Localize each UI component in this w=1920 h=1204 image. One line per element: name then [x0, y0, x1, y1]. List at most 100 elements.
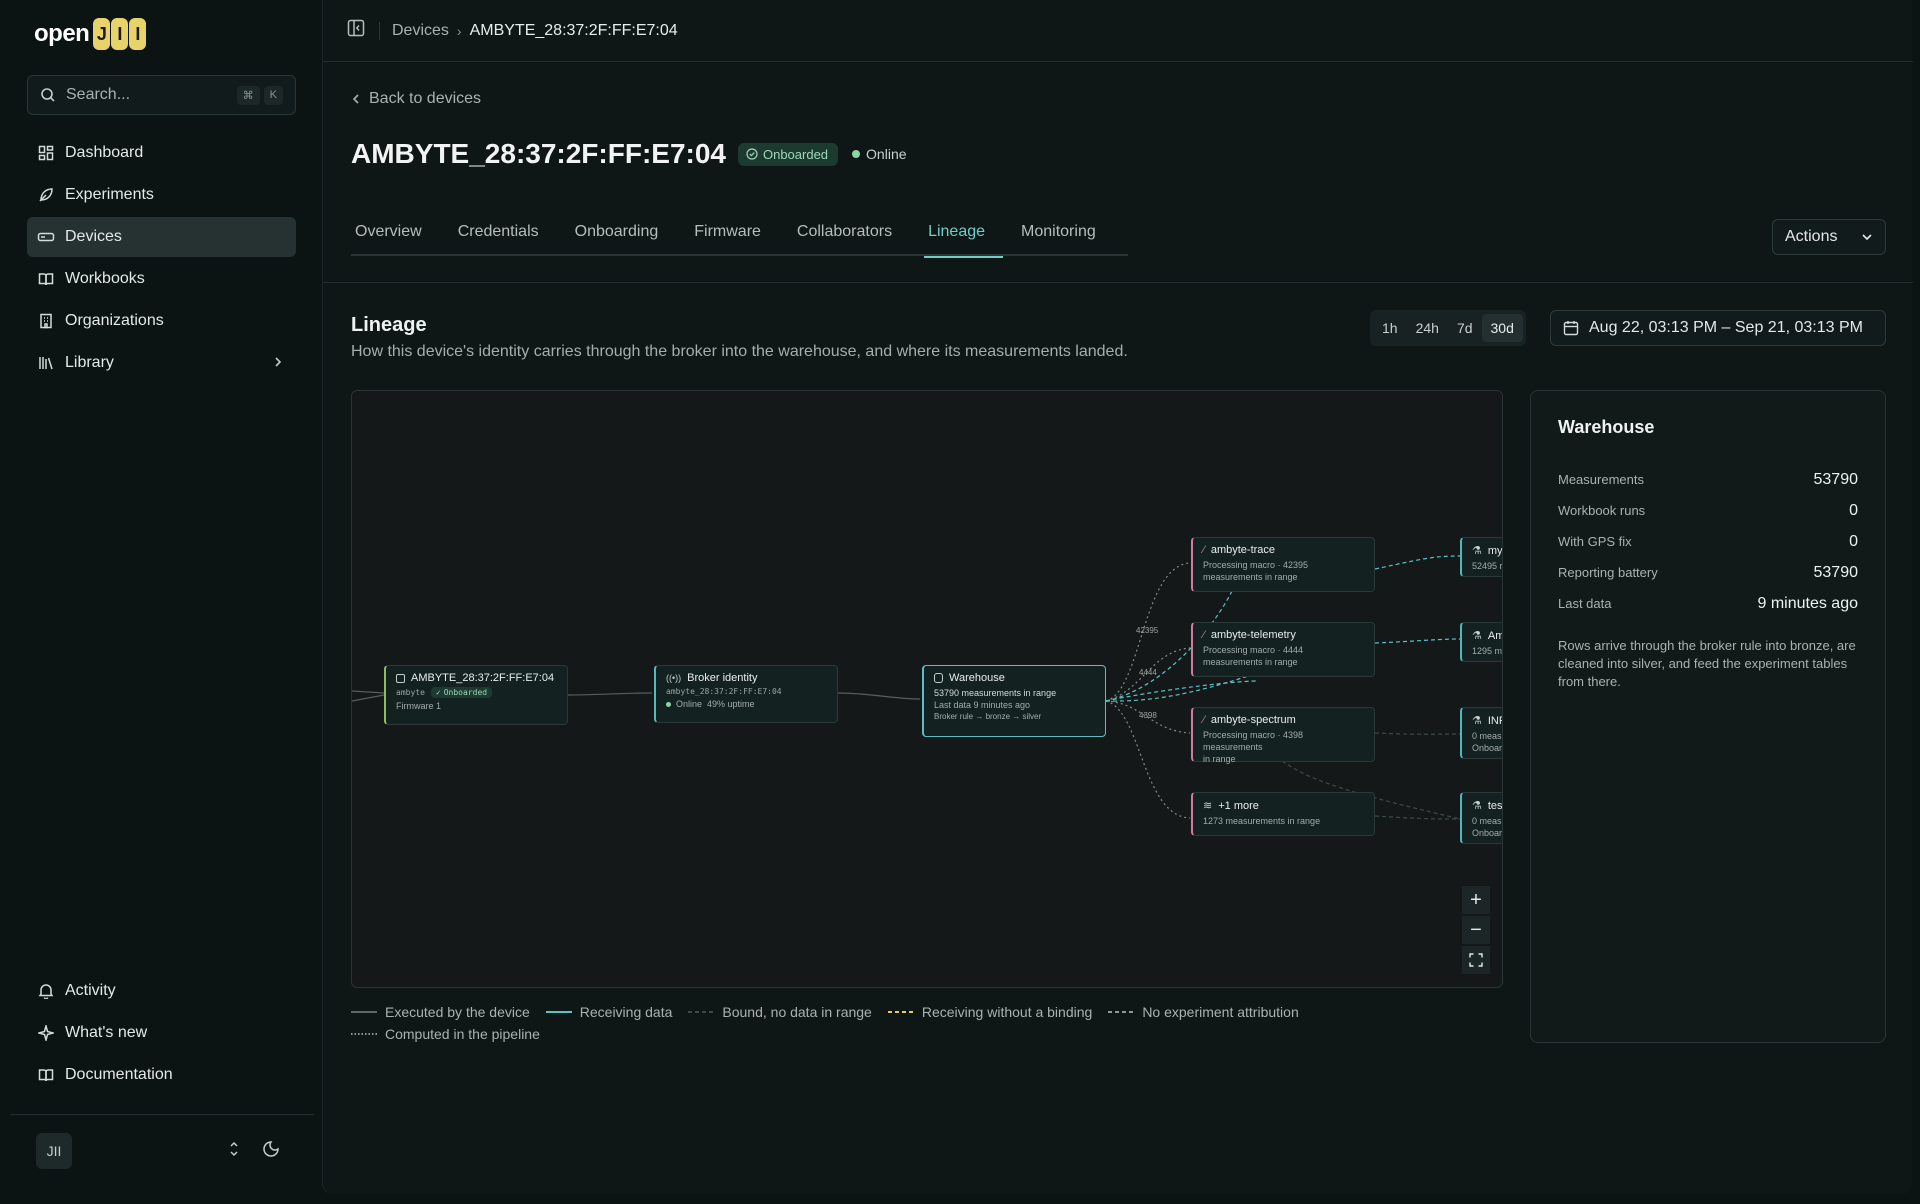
section-title: Lineage — [351, 314, 427, 336]
broker-node[interactable]: ((•)) Broker identity ambyte_28:37:2F:FF:… — [654, 665, 838, 723]
edge-macro-exp — [1374, 638, 1461, 644]
search-shortcut: ⌘ K — [236, 85, 283, 105]
warehouse-node-line: Broker rule → bronze → silver — [934, 712, 1042, 721]
nav-item-experiments[interactable]: Experiments — [27, 175, 296, 215]
logo-text: open — [34, 20, 90, 47]
bell-icon — [37, 982, 55, 1000]
chevron-right-icon — [272, 354, 284, 375]
broker-online: Online — [676, 699, 703, 709]
search-icon — [41, 88, 55, 102]
range-1h[interactable]: 1h — [1373, 314, 1407, 342]
edge-device-in — [352, 694, 385, 702]
warehouse-node[interactable]: Warehouse 53790 measurements in range La… — [922, 665, 1106, 737]
experiment-node[interactable]: ⚗Am 1295 me — [1460, 622, 1502, 662]
legend-item: No experiment attribution — [1108, 1004, 1299, 1020]
experiment-node[interactable]: ⚗ my 52495 r — [1460, 537, 1502, 577]
flask-icon: ⚗ — [1472, 630, 1482, 642]
chevron-up-down-icon[interactable] — [228, 1140, 240, 1163]
range-30d[interactable]: 30d — [1481, 314, 1523, 342]
breadcrumb: Devices › AMBYTE_28:37:2F:FF:E7:04 — [392, 22, 678, 40]
sidebar-toggle-icon[interactable] — [347, 19, 365, 42]
tab-firmware[interactable]: Firmware — [690, 210, 779, 254]
tab-monitoring[interactable]: Monitoring — [1017, 210, 1114, 254]
lineage-graph[interactable]: 42395 4444 4398 AMBYTE_28:37:2F:FF:E7:04… — [351, 390, 1503, 988]
chevron-left-icon — [352, 94, 359, 104]
macro-node[interactable]: ⁄ ambyte-spectrum Processing macro · 4398… — [1191, 707, 1375, 764]
warehouse-node-line: Last data 9 minutes ago — [934, 700, 1031, 710]
legend-item: Computed in the pipeline — [351, 1026, 540, 1042]
experiment-node[interactable]: ⚗ tes 0 meas Onboar — [1460, 792, 1502, 844]
avatar[interactable]: JII — [36, 1133, 72, 1169]
date-range-picker[interactable]: Aug 22, 03:13 PM – Sep 21, 03:13 PM — [1550, 310, 1886, 346]
time-range-selector: 1h 24h 7d 30d — [1370, 310, 1526, 346]
user-controls — [228, 1140, 280, 1163]
leaf-icon — [37, 186, 55, 204]
nav-item-library[interactable]: Library — [27, 343, 296, 383]
theme-toggle-icon[interactable] — [262, 1140, 280, 1163]
device-node[interactable]: AMBYTE_28:37:2F:FF:E7:04 ambyte ✓ Onboard… — [384, 665, 568, 725]
search-input[interactable]: Search... ⌘ K — [27, 75, 296, 115]
zoom-out-button[interactable]: − — [1462, 916, 1490, 944]
sparkle-icon — [37, 1024, 55, 1042]
edge-label: 42395 — [1136, 626, 1159, 635]
nav-item-whats-new[interactable]: What's new — [27, 1013, 296, 1053]
online-dot — [852, 150, 861, 158]
nav-item-devices[interactable]: Devices — [27, 217, 296, 257]
nav-item-organizations[interactable]: Organizations — [27, 301, 296, 341]
actions-button[interactable]: Actions — [1772, 219, 1886, 255]
edge-broker-warehouse — [836, 692, 921, 700]
macro-node[interactable]: ⁄ ambyte-trace Processing macro · 42395 m… — [1191, 537, 1375, 592]
range-24h[interactable]: 24h — [1407, 314, 1448, 342]
nav-item-workbooks[interactable]: Workbooks — [27, 259, 296, 299]
status-badge: Onboarded — [737, 142, 839, 166]
range-7d[interactable]: 7d — [1448, 314, 1482, 342]
broadcast-icon: ((•)) — [666, 673, 682, 683]
nav-label: Library — [65, 354, 114, 371]
more-node[interactable]: ≋ +1 more 1273 measurements in range — [1191, 792, 1375, 836]
search-placeholder: Search... — [66, 86, 131, 103]
dashboard-icon — [37, 144, 55, 162]
tab-collaborators[interactable]: Collaborators — [793, 210, 910, 254]
broker-node-sub: ambyte_28:37:2F:FF:E7:04 — [666, 687, 782, 696]
sidebar: open JII Search... ⌘ K Dashboard Experime… — [0, 0, 322, 1204]
device-icon — [37, 228, 55, 246]
tab-onboarding[interactable]: Onboarding — [571, 210, 677, 254]
tab-lineage[interactable]: Lineage — [924, 210, 1003, 258]
tab-overview[interactable]: Overview — [351, 210, 440, 254]
wand-icon: ⁄ — [1203, 714, 1205, 726]
date-range-label: Aug 22, 03:13 PM – Sep 21, 03:13 PM — [1589, 319, 1863, 336]
breadcrumb-devices[interactable]: Devices — [392, 22, 449, 40]
actions-label: Actions — [1785, 228, 1838, 245]
back-link[interactable]: Back to devices — [351, 90, 481, 108]
calendar-icon — [1563, 321, 1579, 336]
fit-view-button[interactable] — [1462, 946, 1490, 974]
nav-item-activity[interactable]: Activity — [27, 971, 296, 1011]
logo[interactable]: open JII — [34, 18, 147, 50]
secondary-nav: Activity What's new Documentation — [27, 971, 296, 1097]
nav-item-dashboard[interactable]: Dashboard — [27, 133, 296, 173]
edge-device-in — [352, 690, 385, 694]
wand-icon: ⁄ — [1203, 544, 1205, 556]
legend-item: Bound, no data in range — [688, 1004, 872, 1020]
nav-label: Organizations — [65, 312, 164, 329]
edge-macro-exp — [1374, 555, 1461, 570]
book-open-icon — [37, 1066, 55, 1084]
detail-row: Last data 9 minutes ago — [1558, 594, 1858, 612]
detail-row: Reporting battery 53790 — [1558, 563, 1858, 581]
macro-node[interactable]: ⁄ ambyte-telemetry Processing macro · 444… — [1191, 622, 1375, 677]
main-nav: Dashboard Experiments Devices Workbooks … — [27, 133, 296, 385]
nav-label: Experiments — [65, 186, 154, 203]
zoom-in-button[interactable]: + — [1462, 886, 1490, 914]
experiment-node[interactable]: ⚗INF 0 meas Onboar — [1460, 707, 1502, 759]
main-panel: Devices › AMBYTE_28:37:2F:FF:E7:04 Back … — [322, 0, 1913, 1194]
device-node-sub: ambyte — [396, 688, 425, 697]
sidebar-divider — [10, 1114, 314, 1115]
nav-item-documentation[interactable]: Documentation — [27, 1055, 296, 1095]
edge-receiving — [1105, 680, 1258, 702]
tab-credentials[interactable]: Credentials — [454, 210, 557, 254]
edge-label: 4398 — [1139, 711, 1157, 720]
logo-mark: JII — [93, 18, 147, 50]
online-dot — [666, 701, 671, 707]
nav-label: Documentation — [65, 1066, 173, 1083]
nav-label: Dashboard — [65, 144, 144, 161]
